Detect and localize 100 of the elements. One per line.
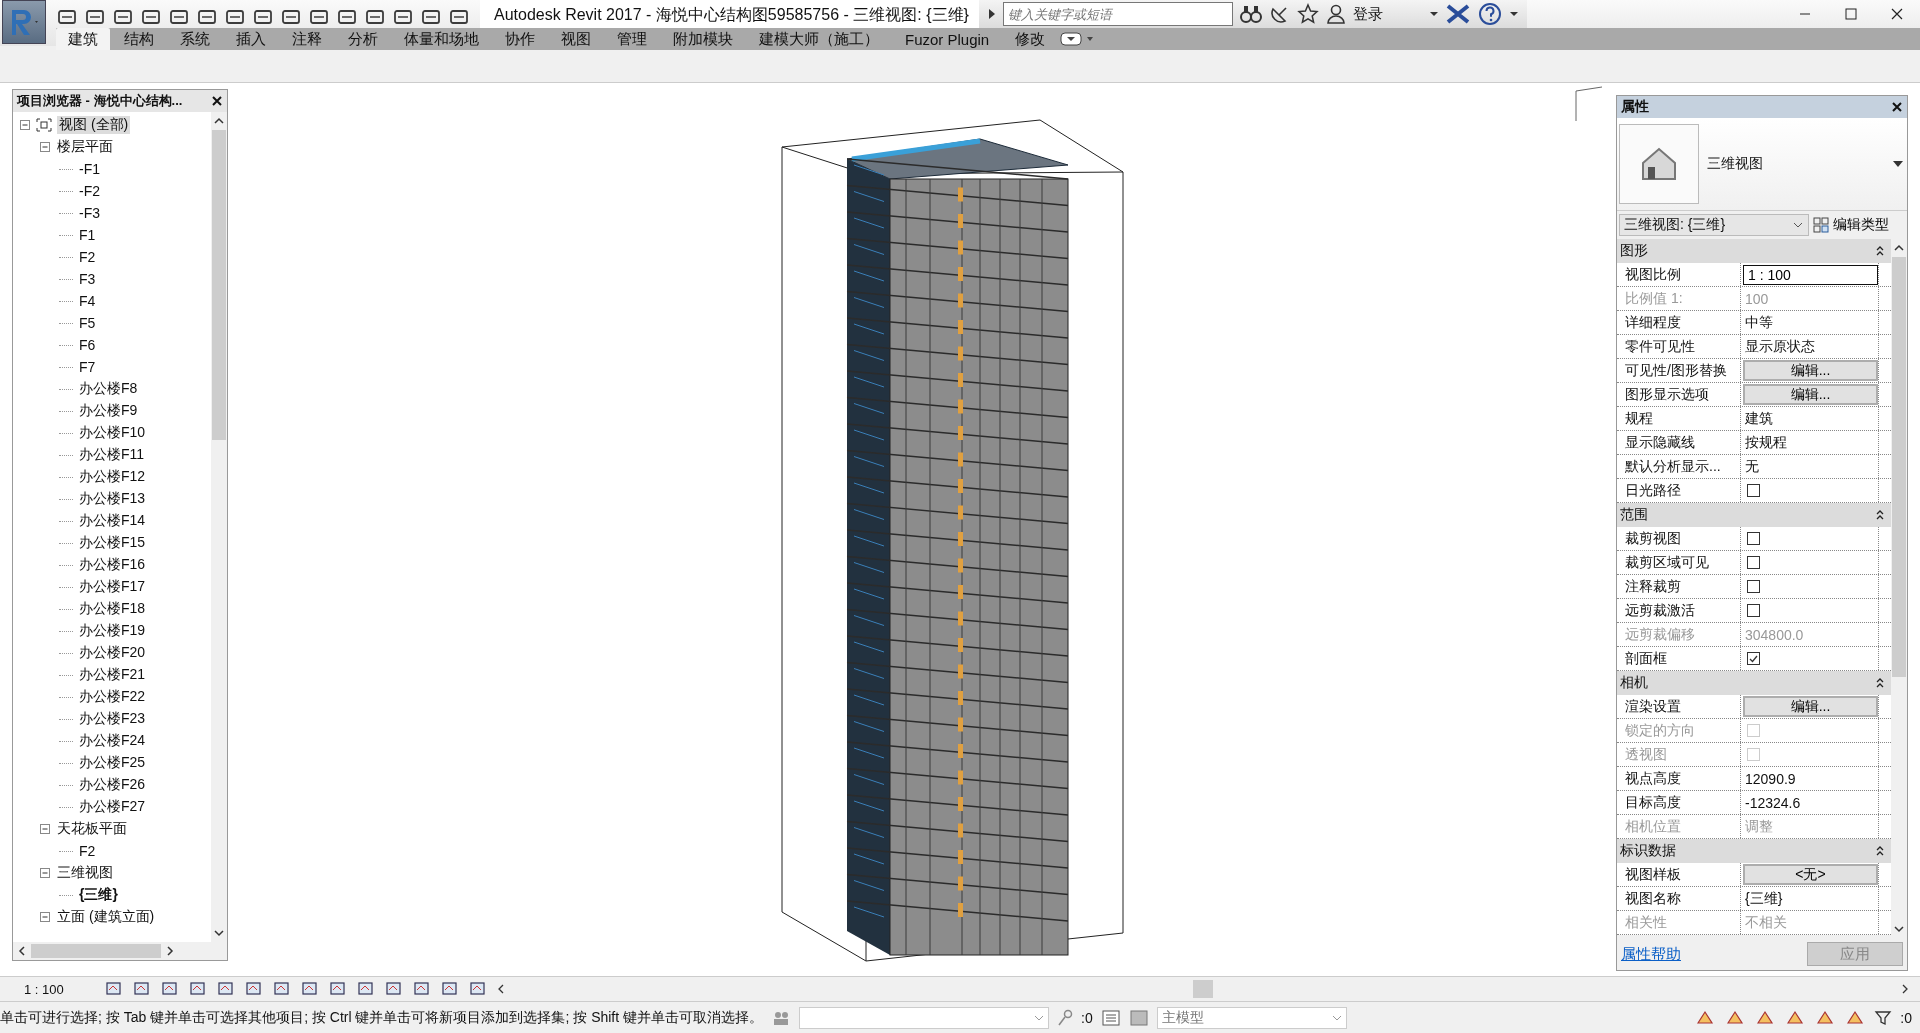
ribbon-tab[interactable]: 插入 <box>224 27 278 51</box>
tree-item[interactable]: 办公楼F11 <box>77 446 147 464</box>
scroll-up-icon[interactable] <box>1892 243 1906 253</box>
scrollbar-thumb[interactable] <box>1892 257 1906 677</box>
tree-item[interactable]: 办公楼F23 <box>77 710 148 728</box>
ribbon-tab[interactable]: 分析 <box>336 27 390 51</box>
help-link[interactable]: 属性帮助 <box>1621 944 1681 964</box>
close-icon[interactable] <box>1891 101 1903 113</box>
tree-item[interactable]: 办公楼F22 <box>77 688 148 706</box>
checkbox[interactable] <box>1747 532 1760 545</box>
edit-button[interactable]: 编辑... <box>1743 360 1878 381</box>
scrollbar-thumb[interactable] <box>1193 980 1213 998</box>
ribbon-tab[interactable]: 结构 <box>112 27 166 51</box>
scroll-left-icon[interactable] <box>496 982 506 996</box>
collapse-icon[interactable] <box>1875 245 1885 257</box>
ribbon-tab[interactable]: 系统 <box>168 27 222 51</box>
view-scale[interactable]: 1 : 100 <box>24 981 96 997</box>
scrollbar-thumb[interactable] <box>212 130 226 440</box>
checkbox[interactable] <box>1747 580 1760 593</box>
collapse-icon[interactable] <box>1875 845 1885 857</box>
tree-item[interactable]: F3 <box>77 271 98 287</box>
ribbon-tab[interactable]: 体量和场地 <box>392 27 491 51</box>
tree-item[interactable]: 办公楼F15 <box>77 534 148 552</box>
tree-item[interactable]: 办公楼F12 <box>77 468 148 486</box>
scroll-down-icon[interactable] <box>1892 924 1906 934</box>
tree-item[interactable]: {三维} <box>77 886 120 904</box>
tree-item[interactable]: 办公楼F19 <box>77 622 148 640</box>
tree-item[interactable]: 办公楼F26 <box>77 776 148 794</box>
ribbon-tab[interactable]: 注释 <box>280 27 334 51</box>
tree-item[interactable]: F2 <box>77 249 98 265</box>
tree-item[interactable]: 楼层平面 <box>55 138 115 156</box>
tree-item[interactable]: 办公楼F17 <box>77 578 148 596</box>
model-dropdown[interactable]: 主模型 <box>1156 1006 1347 1029</box>
ribbon-tab[interactable]: 管理 <box>605 27 659 51</box>
application-menu-button[interactable] <box>2 0 46 44</box>
sign-in-link[interactable]: 登录 <box>1352 4 1383 24</box>
scroll-right-icon[interactable] <box>1900 982 1910 996</box>
help-icon[interactable] <box>1476 1 1503 27</box>
checkbox[interactable] <box>1747 652 1760 665</box>
expand-arrow-icon[interactable] <box>986 7 997 21</box>
collapse-icon[interactable] <box>1875 677 1885 689</box>
scale-input[interactable]: 1 : 100 <box>1743 264 1878 285</box>
checkbox[interactable] <box>1747 556 1760 569</box>
instance-selector[interactable]: 三维视图: {三维} <box>1619 214 1809 236</box>
tree-item[interactable]: F6 <box>77 337 98 353</box>
edit-button[interactable]: 编辑... <box>1743 696 1878 717</box>
ribbon-tab[interactable]: 修改 <box>1003 27 1058 51</box>
tree-item[interactable]: 视图 (全部) <box>57 116 131 134</box>
tree-item[interactable]: 办公楼F20 <box>77 644 148 662</box>
tree-item[interactable]: 办公楼F10 <box>77 424 148 442</box>
collapse-icon[interactable] <box>1875 509 1885 521</box>
caret-icon[interactable] <box>1508 9 1519 19</box>
tree-item[interactable]: F4 <box>77 293 98 309</box>
user-icon[interactable] <box>1324 3 1347 25</box>
tree-item[interactable]: 办公楼F24 <box>77 732 148 750</box>
tree-item[interactable]: F2 <box>77 843 98 859</box>
scrollbar-thumb[interactable] <box>31 944 161 958</box>
tree-item[interactable]: 办公楼F21 <box>77 666 148 684</box>
tree-item[interactable]: F7 <box>77 359 98 375</box>
edit-button[interactable]: <无> <box>1743 864 1878 885</box>
tree-item[interactable]: 办公楼F18 <box>77 600 148 618</box>
tree-item[interactable]: F5 <box>77 315 98 331</box>
tree-item[interactable]: 办公楼F13 <box>77 490 148 508</box>
scroll-up-icon[interactable] <box>212 116 226 126</box>
property-label: 远剪裁偏移 <box>1617 623 1741 646</box>
tree-item[interactable]: -F2 <box>77 183 102 199</box>
edit-type-button[interactable]: 编辑类型 <box>1813 216 1889 234</box>
checkbox[interactable] <box>1747 484 1760 497</box>
tree-item[interactable]: -F1 <box>77 161 102 177</box>
tree-item[interactable]: -F3 <box>77 205 102 221</box>
ribbon-tab[interactable]: 协作 <box>493 27 547 51</box>
tree-item[interactable]: 立面 (建筑立面) <box>55 908 157 926</box>
tree-item[interactable]: 三维视图 <box>55 864 115 882</box>
scroll-down-icon[interactable] <box>212 928 226 938</box>
ribbon-tab[interactable]: 附加模块 <box>661 27 745 51</box>
edit-button[interactable]: 编辑... <box>1743 384 1878 405</box>
panel-toggle-icon[interactable] <box>1059 30 1096 48</box>
design-options-icon[interactable] <box>1100 1008 1121 1027</box>
ribbon-tab[interactable]: Fuzor Plugin <box>893 28 1002 50</box>
tree-item[interactable]: F1 <box>77 227 98 243</box>
tree-item[interactable]: 办公楼F8 <box>77 380 140 398</box>
dropdown-arrow-icon[interactable] <box>1891 159 1905 169</box>
ribbon-tab[interactable]: 视图 <box>549 27 603 51</box>
tree-item[interactable]: 办公楼F27 <box>77 798 148 816</box>
checkbox[interactable] <box>1747 604 1760 617</box>
scroll-left-icon[interactable] <box>17 944 27 958</box>
scroll-right-icon[interactable] <box>165 944 175 958</box>
star-icon[interactable] <box>1296 3 1319 25</box>
search-field[interactable]: 键入关键字或短语 <box>1002 2 1233 26</box>
tree-item[interactable]: 办公楼F25 <box>77 754 148 772</box>
tree-item[interactable]: 办公楼F14 <box>77 512 148 530</box>
tree-item[interactable]: 办公楼F9 <box>77 402 140 420</box>
tree-item[interactable]: 办公楼F16 <box>77 556 148 574</box>
filter-icon[interactable] <box>1874 1008 1893 1027</box>
ribbon-tab[interactable]: 建模大师（施工） <box>747 27 891 51</box>
caret-icon[interactable] <box>1428 9 1439 19</box>
tree-item[interactable]: 天花板平面 <box>55 820 129 838</box>
binoculars-icon[interactable] <box>1238 3 1263 25</box>
close-icon[interactable] <box>211 95 223 107</box>
ribbon-tab[interactable]: 建筑 <box>56 27 110 51</box>
